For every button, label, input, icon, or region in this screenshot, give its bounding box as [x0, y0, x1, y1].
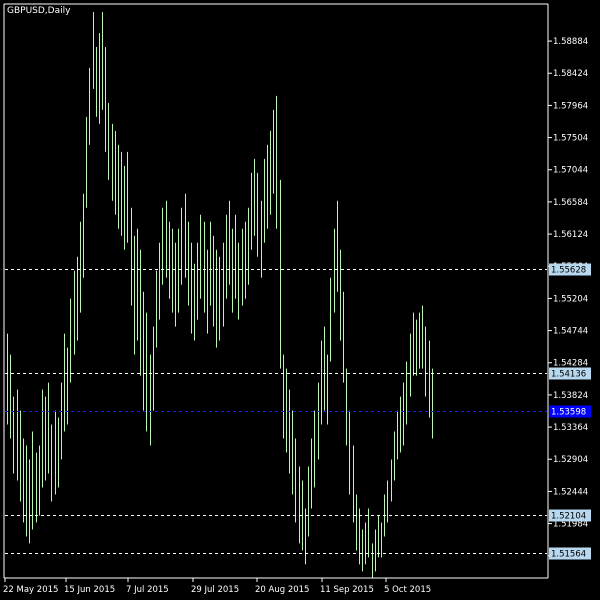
y-tick-labels: 1.58884 1.58424 1.57964 1.57504 1.57044 1.565… [548, 37, 588, 562]
y-tick-label: 1.52444 [553, 487, 588, 497]
ohlc-bars [7, 11, 433, 579]
level-tag-label: 1.51564 [551, 550, 586, 560]
x-tick-label: 7 Jul 2015 [126, 585, 169, 595]
price-levels [5, 269, 547, 554]
level-tags: 1.55628 1.54136 1.53598 1.52104 1.51564 [549, 263, 591, 560]
x-tick-label: 15 Jun 2015 [64, 585, 115, 595]
y-tick-label: 1.58424 [553, 69, 588, 79]
y-tick-label: 1.56124 [553, 230, 588, 240]
x-tick-label: 5 Oct 2015 [384, 585, 431, 595]
y-tick-label: 1.54744 [553, 327, 588, 337]
price-chart[interactable]: 1.58884 1.58424 1.57964 1.57504 1.57044 1.565… [0, 0, 600, 600]
y-tick-label: 1.58884 [553, 37, 588, 47]
y-tick-label: 1.57504 [553, 134, 588, 144]
y-tick-label: 1.57964 [553, 101, 588, 111]
x-tick-label: 11 Sep 2015 [320, 585, 374, 595]
x-tick-labels: 22 May 2015 15 Jun 2015 7 Jul 2015 29 Jul 2… [3, 578, 431, 595]
y-tick-label: 1.53824 [553, 391, 588, 401]
y-tick-label: 1.53364 [553, 423, 588, 433]
x-tick-label: 29 Jul 2015 [191, 585, 239, 595]
y-tick-label: 1.52904 [553, 455, 588, 465]
y-tick-label: 1.57044 [553, 166, 588, 176]
level-tag-label: 1.52104 [551, 512, 586, 522]
chart-axes [3, 3, 549, 579]
y-tick-label: 1.54284 [553, 359, 588, 369]
x-tick-label: 22 May 2015 [3, 585, 58, 595]
level-tag-label: 1.55628 [551, 266, 586, 276]
x-tick-label: 20 Aug 2015 [255, 585, 309, 595]
chart-title: GBPUSD,Daily [7, 6, 71, 16]
level-tag-label: 1.54136 [551, 370, 586, 380]
y-tick-label: 1.56584 [553, 198, 588, 208]
current-price-tag-label: 1.53598 [551, 408, 586, 418]
y-tick-label: 1.55204 [553, 294, 588, 304]
